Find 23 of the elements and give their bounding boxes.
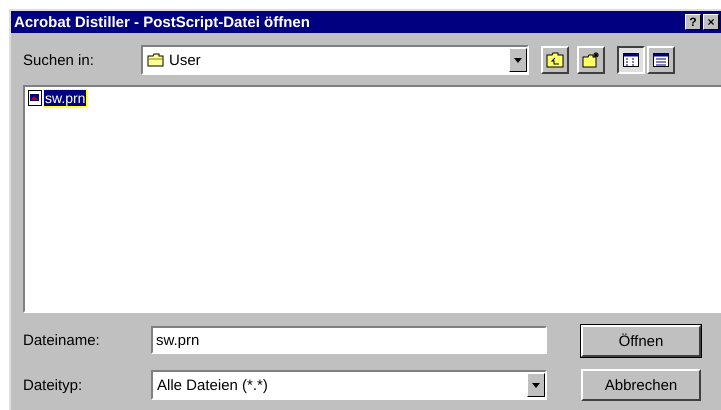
file-name: sw.prn <box>44 90 86 106</box>
up-folder-icon <box>546 52 564 68</box>
filetype-label: Dateityp: <box>23 376 84 394</box>
file-item[interactable]: sw.prn <box>28 90 718 106</box>
cancel-button[interactable]: Abbrechen <box>581 369 701 401</box>
open-button[interactable]: Öffnen <box>581 325 701 357</box>
close-button[interactable]: × <box>703 14 719 30</box>
up-folder-button[interactable] <box>541 46 569 74</box>
new-folder-button[interactable] <box>577 46 605 74</box>
details-view-icon <box>653 53 669 67</box>
help-button[interactable]: ? <box>685 14 701 30</box>
details-view-button[interactable] <box>647 46 675 74</box>
look-in-label: Suchen in: <box>23 52 95 68</box>
look-in-dropdown[interactable]: User <box>141 45 529 75</box>
new-folder-icon <box>582 52 600 68</box>
file-icon <box>28 90 42 106</box>
list-view-button[interactable] <box>617 46 645 74</box>
list-view-icon <box>623 53 639 67</box>
folder-icon <box>147 53 165 67</box>
filetype-dropdown[interactable]: Alle Dateien (*.*) <box>151 370 547 400</box>
filename-label: Dateiname: <box>23 332 101 348</box>
window-title: Acrobat Distiller - PostScript-Datei öffnen <box>14 14 310 30</box>
filename-field[interactable]: sw.prn <box>151 326 547 354</box>
